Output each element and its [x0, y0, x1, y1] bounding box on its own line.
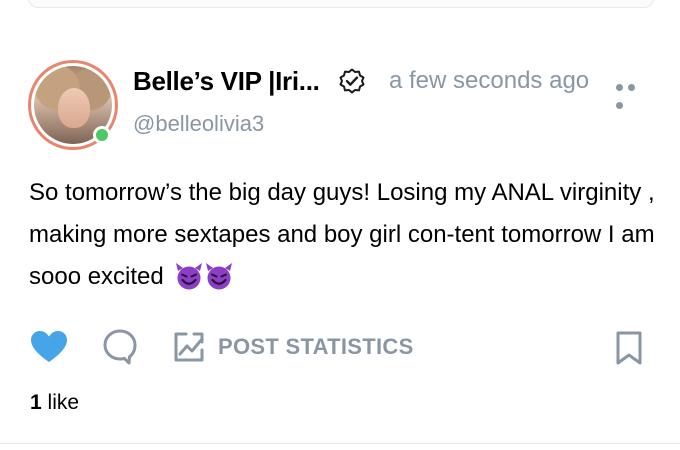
- likes-count[interactable]: 1 like: [30, 391, 79, 415]
- post-text: So tomorrow’s the big day guys! Losing m…: [29, 172, 659, 298]
- post-statistics-button[interactable]: POST STATISTICS: [172, 329, 414, 365]
- online-status-dot: [93, 126, 111, 144]
- smiling-face-with-horns-icon: [206, 263, 233, 290]
- author-handle[interactable]: @belleolivia3: [133, 111, 264, 137]
- chart-icon: [174, 332, 204, 362]
- avatar-face: [58, 88, 90, 128]
- likes-label: like: [47, 391, 80, 414]
- post-body: So tomorrow’s the big day guys! Losing m…: [29, 179, 655, 290]
- post-card: Belle’s VIP |Iri... a few seconds ago @b…: [0, 0, 680, 450]
- post-statistics-label: POST STATISTICS: [218, 334, 414, 359]
- comment-icon[interactable]: [102, 328, 138, 366]
- post-timestamp[interactable]: a few seconds ago: [389, 67, 589, 95]
- author-name[interactable]: Belle’s VIP |Iri...: [133, 66, 320, 97]
- bookmark-icon[interactable]: [615, 330, 643, 366]
- divider: [0, 443, 680, 444]
- more-options-icon[interactable]: [616, 78, 650, 109]
- likes-number: 1: [30, 391, 42, 414]
- heart-icon[interactable]: [30, 330, 68, 364]
- smiling-face-with-horns-icon: [176, 263, 203, 290]
- verified-icon: [339, 68, 365, 94]
- avatar[interactable]: [28, 60, 118, 150]
